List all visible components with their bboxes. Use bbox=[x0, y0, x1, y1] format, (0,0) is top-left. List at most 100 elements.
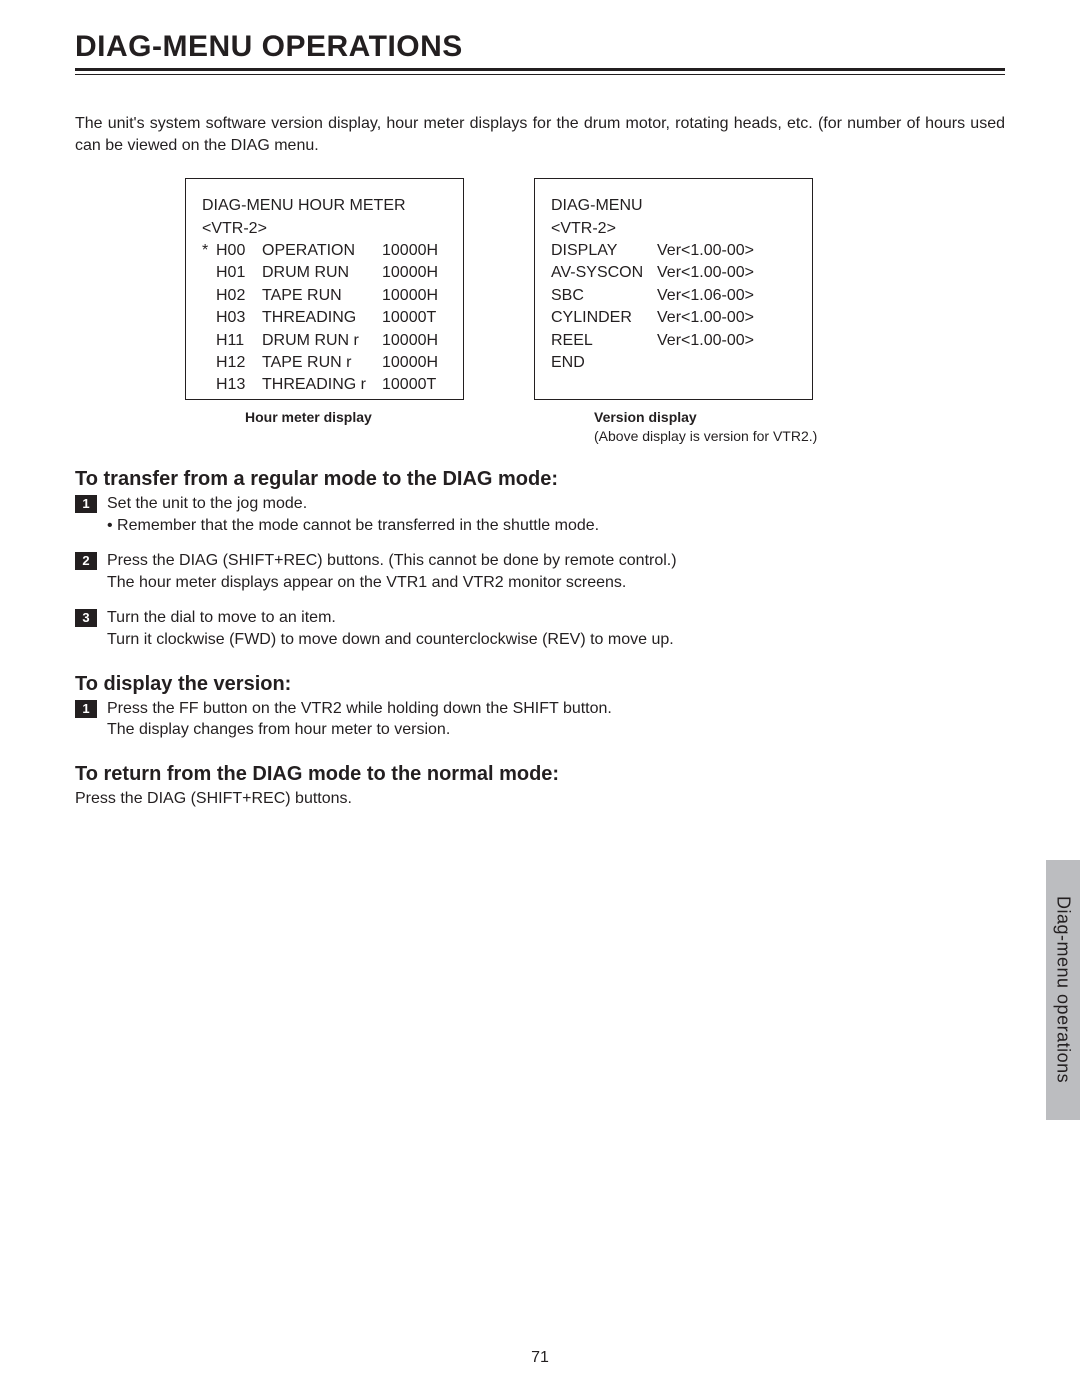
hour-meter-code: H01 bbox=[216, 262, 262, 284]
step: 1 Set the unit to the jog mode.• Remember… bbox=[75, 493, 1005, 536]
step: 2 Press the DIAG (SHIFT+REC) buttons. (Th… bbox=[75, 550, 1005, 593]
step-line: Press the DIAG (SHIFT+REC) buttons. (Thi… bbox=[107, 550, 1005, 572]
hour-meter-val: 10000H bbox=[382, 352, 447, 374]
version-val bbox=[657, 352, 796, 374]
hour-meter-code: H13 bbox=[216, 374, 262, 396]
side-tab: Diag-menu operations bbox=[1046, 860, 1080, 1120]
step-line: The display changes from hour meter to v… bbox=[107, 719, 1005, 741]
hour-meter-mark bbox=[202, 374, 216, 396]
version-val: Ver<1.00-00> bbox=[657, 240, 796, 262]
version-row: END bbox=[551, 352, 796, 374]
step-body: Turn the dial to move to an item.Turn it… bbox=[107, 607, 1005, 650]
hour-meter-row: H12TAPE RUN r10000H bbox=[202, 352, 447, 374]
hour-meter-caption: Hour meter display bbox=[185, 408, 464, 427]
hour-meter-row: H03THREADING10000T bbox=[202, 307, 447, 329]
hour-meter-row: H01DRUM RUN10000H bbox=[202, 262, 447, 284]
version-name: END bbox=[551, 352, 657, 374]
step: 1 Press the FF button on the VTR2 while h… bbox=[75, 698, 1005, 741]
step-number-icon: 2 bbox=[75, 552, 97, 570]
hour-meter-code: H02 bbox=[216, 285, 262, 307]
hour-meter-code: H12 bbox=[216, 352, 262, 374]
hour-meter-code: H03 bbox=[216, 307, 262, 329]
version-box: DIAG-MENU <VTR-2> DISPLAYVer<1.00-00>AV-… bbox=[534, 178, 813, 400]
rule-thin bbox=[75, 74, 1005, 75]
hour-meter-caption-bold: Hour meter display bbox=[245, 409, 372, 425]
hour-meter-val: 10000H bbox=[382, 330, 447, 352]
version-row: REELVer<1.00-00> bbox=[551, 330, 796, 352]
hour-meter-val: 10000H bbox=[382, 285, 447, 307]
step-number-icon: 1 bbox=[75, 495, 97, 513]
hour-meter-code: H00 bbox=[216, 240, 262, 262]
hour-meter-name: THREADING bbox=[262, 307, 382, 329]
section2-steps: 1 Press the FF button on the VTR2 while h… bbox=[75, 698, 1005, 741]
step-body: Press the FF button on the VTR2 while ho… bbox=[107, 698, 1005, 741]
hour-meter-header1: DIAG-MENU HOUR METER bbox=[202, 195, 447, 217]
page-number: 71 bbox=[0, 1349, 1080, 1367]
version-row: AV-SYSCONVer<1.00-00> bbox=[551, 262, 796, 284]
page-title: DIAG-MENU OPERATIONS bbox=[75, 30, 1005, 64]
step: 3 Turn the dial to move to an item.Turn i… bbox=[75, 607, 1005, 650]
version-val: Ver<1.00-00> bbox=[657, 307, 796, 329]
version-caption-bold: Version display bbox=[594, 409, 697, 425]
hour-meter-header2: <VTR-2> bbox=[202, 218, 447, 240]
hour-meter-name: OPERATION bbox=[262, 240, 382, 262]
hour-meter-val: 10000H bbox=[382, 240, 447, 262]
step-body: Press the DIAG (SHIFT+REC) buttons. (Thi… bbox=[107, 550, 1005, 593]
hour-meter-mark bbox=[202, 330, 216, 352]
step-line: Press the FF button on the VTR2 while ho… bbox=[107, 698, 1005, 720]
version-row: SBCVer<1.06-00> bbox=[551, 285, 796, 307]
hour-meter-rows: *H00OPERATION10000HH01DRUM RUN10000HH02T… bbox=[202, 240, 447, 397]
version-name: CYLINDER bbox=[551, 307, 657, 329]
step-number-icon: 3 bbox=[75, 609, 97, 627]
version-caption-note: (Above display is version for VTR2.) bbox=[594, 428, 817, 444]
hour-meter-name: THREADING r bbox=[262, 374, 382, 396]
version-caption: Version display (Above display is versio… bbox=[534, 408, 817, 446]
version-name: SBC bbox=[551, 285, 657, 307]
hour-meter-name: DRUM RUN bbox=[262, 262, 382, 284]
version-name: DISPLAY bbox=[551, 240, 657, 262]
hour-meter-box: DIAG-MENU HOUR METER <VTR-2> *H00OPERATI… bbox=[185, 178, 464, 400]
page: DIAG-MENU OPERATIONS The unit's system s… bbox=[0, 0, 1080, 1397]
intro-text: The unit's system software version displ… bbox=[75, 113, 1005, 156]
hour-meter-name: DRUM RUN r bbox=[262, 330, 382, 352]
version-val: Ver<1.06-00> bbox=[657, 285, 796, 307]
version-row: DISPLAYVer<1.00-00> bbox=[551, 240, 796, 262]
section1-steps: 1 Set the unit to the jog mode.• Remember… bbox=[75, 493, 1005, 651]
rule-thick bbox=[75, 68, 1005, 71]
section3-text: Press the DIAG (SHIFT+REC) buttons. bbox=[75, 788, 1005, 810]
version-val: Ver<1.00-00> bbox=[657, 330, 796, 352]
version-header2: <VTR-2> bbox=[551, 218, 796, 240]
hour-meter-mark bbox=[202, 352, 216, 374]
version-name: REEL bbox=[551, 330, 657, 352]
section1-heading: To transfer from a regular mode to the D… bbox=[75, 468, 1005, 491]
version-col: DIAG-MENU <VTR-2> DISPLAYVer<1.00-00>AV-… bbox=[534, 178, 817, 446]
side-tab-label: Diag-menu operations bbox=[1053, 896, 1074, 1083]
step-line: The hour meter displays appear on the VT… bbox=[107, 572, 1005, 594]
step-line: Turn it clockwise (FWD) to move down and… bbox=[107, 629, 1005, 651]
hour-meter-name: TAPE RUN r bbox=[262, 352, 382, 374]
hour-meter-row: H11DRUM RUN r10000H bbox=[202, 330, 447, 352]
hour-meter-row: H02TAPE RUN10000H bbox=[202, 285, 447, 307]
version-name: AV-SYSCON bbox=[551, 262, 657, 284]
hour-meter-mark bbox=[202, 285, 216, 307]
display-boxes: DIAG-MENU HOUR METER <VTR-2> *H00OPERATI… bbox=[185, 178, 1005, 446]
hour-meter-mark: * bbox=[202, 240, 216, 262]
hour-meter-col: DIAG-MENU HOUR METER <VTR-2> *H00OPERATI… bbox=[185, 178, 464, 427]
hour-meter-val: 10000T bbox=[382, 307, 447, 329]
version-val: Ver<1.00-00> bbox=[657, 262, 796, 284]
version-header1: DIAG-MENU bbox=[551, 195, 796, 217]
section2-heading: To display the version: bbox=[75, 673, 1005, 696]
hour-meter-mark bbox=[202, 262, 216, 284]
hour-meter-val: 10000H bbox=[382, 262, 447, 284]
step-number-icon: 1 bbox=[75, 700, 97, 718]
step-line: Turn the dial to move to an item. bbox=[107, 607, 1005, 629]
hour-meter-row: H13THREADING r10000T bbox=[202, 374, 447, 396]
hour-meter-code: H11 bbox=[216, 330, 262, 352]
step-body: Set the unit to the jog mode.• Remember … bbox=[107, 493, 1005, 536]
version-rows: DISPLAYVer<1.00-00>AV-SYSCONVer<1.00-00>… bbox=[551, 240, 796, 374]
step-line: • Remember that the mode cannot be trans… bbox=[107, 515, 1005, 537]
hour-meter-row: *H00OPERATION10000H bbox=[202, 240, 447, 262]
hour-meter-mark bbox=[202, 307, 216, 329]
step-line: Set the unit to the jog mode. bbox=[107, 493, 1005, 515]
hour-meter-name: TAPE RUN bbox=[262, 285, 382, 307]
